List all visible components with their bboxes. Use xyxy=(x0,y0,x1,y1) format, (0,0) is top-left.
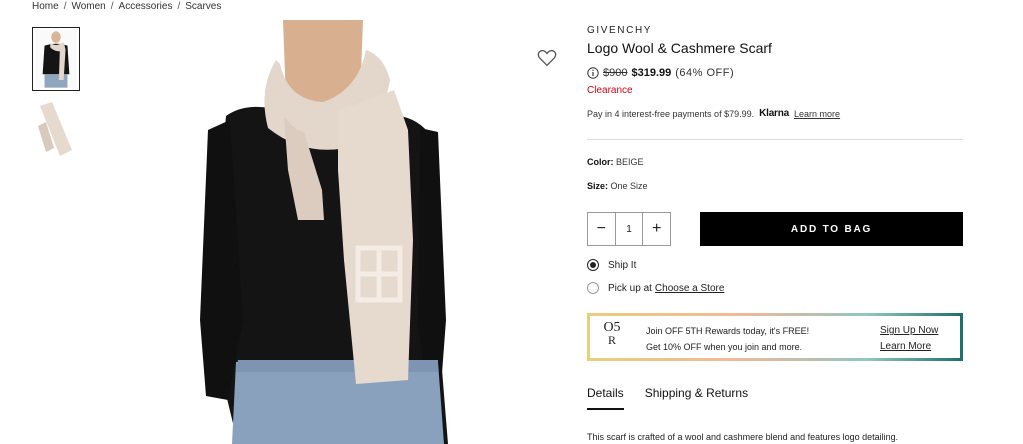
heart-outline-icon xyxy=(537,49,557,67)
rewards-links: Sign Up Now Learn More xyxy=(880,323,938,355)
ship-it-label: Ship It xyxy=(608,259,637,271)
color-selection: Color: BEIGE xyxy=(587,157,644,167)
product-image xyxy=(108,20,570,444)
quantity-value[interactable]: 1 xyxy=(616,213,643,245)
thumbnail-flat-image xyxy=(32,98,80,162)
ship-it-option[interactable]: Ship It xyxy=(587,259,636,271)
size-selection: Size: One Size xyxy=(587,181,648,191)
pickup-label: Pick up at xyxy=(608,282,652,294)
color-label: Color: xyxy=(587,157,614,167)
wishlist-button[interactable] xyxy=(536,47,558,69)
klarna-logo: Klarna xyxy=(759,108,790,119)
tab-details[interactable]: Details xyxy=(587,386,624,410)
breadcrumb-accessories[interactable]: Accessories xyxy=(119,1,173,12)
price-row: $900 $319.99 (64% OFF) xyxy=(587,67,734,79)
breadcrumb-home[interactable]: Home xyxy=(32,1,59,12)
info-circle-icon[interactable] xyxy=(587,67,599,79)
breadcrumb: Home / Women / Accessories / Scarves xyxy=(32,1,221,12)
product-title: Logo Wool & Cashmere Scarf xyxy=(587,40,772,56)
rewards-learn-more-link[interactable]: Learn More xyxy=(880,339,938,355)
rewards-headline: Join OFF 5TH Rewards today, it's FREE! xyxy=(646,326,810,336)
original-price: $900 xyxy=(603,67,628,79)
breadcrumb-separator: / xyxy=(63,1,67,12)
divider xyxy=(587,139,963,140)
product-description: This scarf is crafted of a wool and cash… xyxy=(587,432,899,442)
clearance-badge: Clearance xyxy=(587,85,633,96)
rewards-logo: O5 R xyxy=(599,321,625,347)
product-brand[interactable]: GIVENCHY xyxy=(587,25,652,36)
rewards-text: Join OFF 5TH Rewards today, it's FREE! G… xyxy=(646,323,809,355)
sale-price: $319.99 xyxy=(631,67,672,79)
quantity-decrease-button[interactable]: − xyxy=(588,213,616,245)
thumbnail-model[interactable] xyxy=(32,27,80,91)
installment-text: Pay in 4 interest-free payments of $79.9… xyxy=(587,108,755,119)
discount-percent: (64% OFF) xyxy=(675,67,735,79)
installment-row: Pay in 4 interest-free payments of $79.9… xyxy=(587,108,840,119)
size-label: Size: xyxy=(587,181,609,191)
breadcrumb-scarves[interactable]: Scarves xyxy=(185,1,221,12)
pickup-radio[interactable] xyxy=(587,282,599,294)
klarna-learn-more-link[interactable]: Learn more xyxy=(794,109,840,119)
breadcrumb-separator: / xyxy=(177,1,181,12)
product-tabs: Details Shipping & Returns xyxy=(587,386,769,410)
size-value: One Size xyxy=(610,181,648,191)
thumbnail-model-image xyxy=(35,30,77,88)
ship-it-radio[interactable] xyxy=(587,259,599,271)
quantity-increase-button[interactable]: + xyxy=(642,213,670,245)
breadcrumb-women[interactable]: Women xyxy=(71,1,105,12)
product-image-illustration xyxy=(108,20,570,444)
breadcrumb-separator: / xyxy=(110,1,114,12)
pickup-option[interactable]: Pick up at Choose a Store xyxy=(587,282,724,294)
rewards-sign-up-link[interactable]: Sign Up Now xyxy=(880,323,938,339)
choose-store-link[interactable]: Choose a Store xyxy=(655,283,725,294)
rewards-logo-bottom: R xyxy=(607,333,616,347)
tab-shipping-returns[interactable]: Shipping & Returns xyxy=(645,386,748,410)
rewards-subtext: Get 10% OFF when you join and more. xyxy=(646,342,803,352)
quantity-stepper: − 1 + xyxy=(587,212,671,246)
rewards-banner: O5 R Join OFF 5TH Rewards today, it's FR… xyxy=(587,313,963,361)
color-value: BEIGE xyxy=(616,157,644,167)
thumbnail-flat[interactable] xyxy=(32,98,80,162)
add-to-bag-button[interactable]: ADD TO BAG xyxy=(700,212,963,246)
